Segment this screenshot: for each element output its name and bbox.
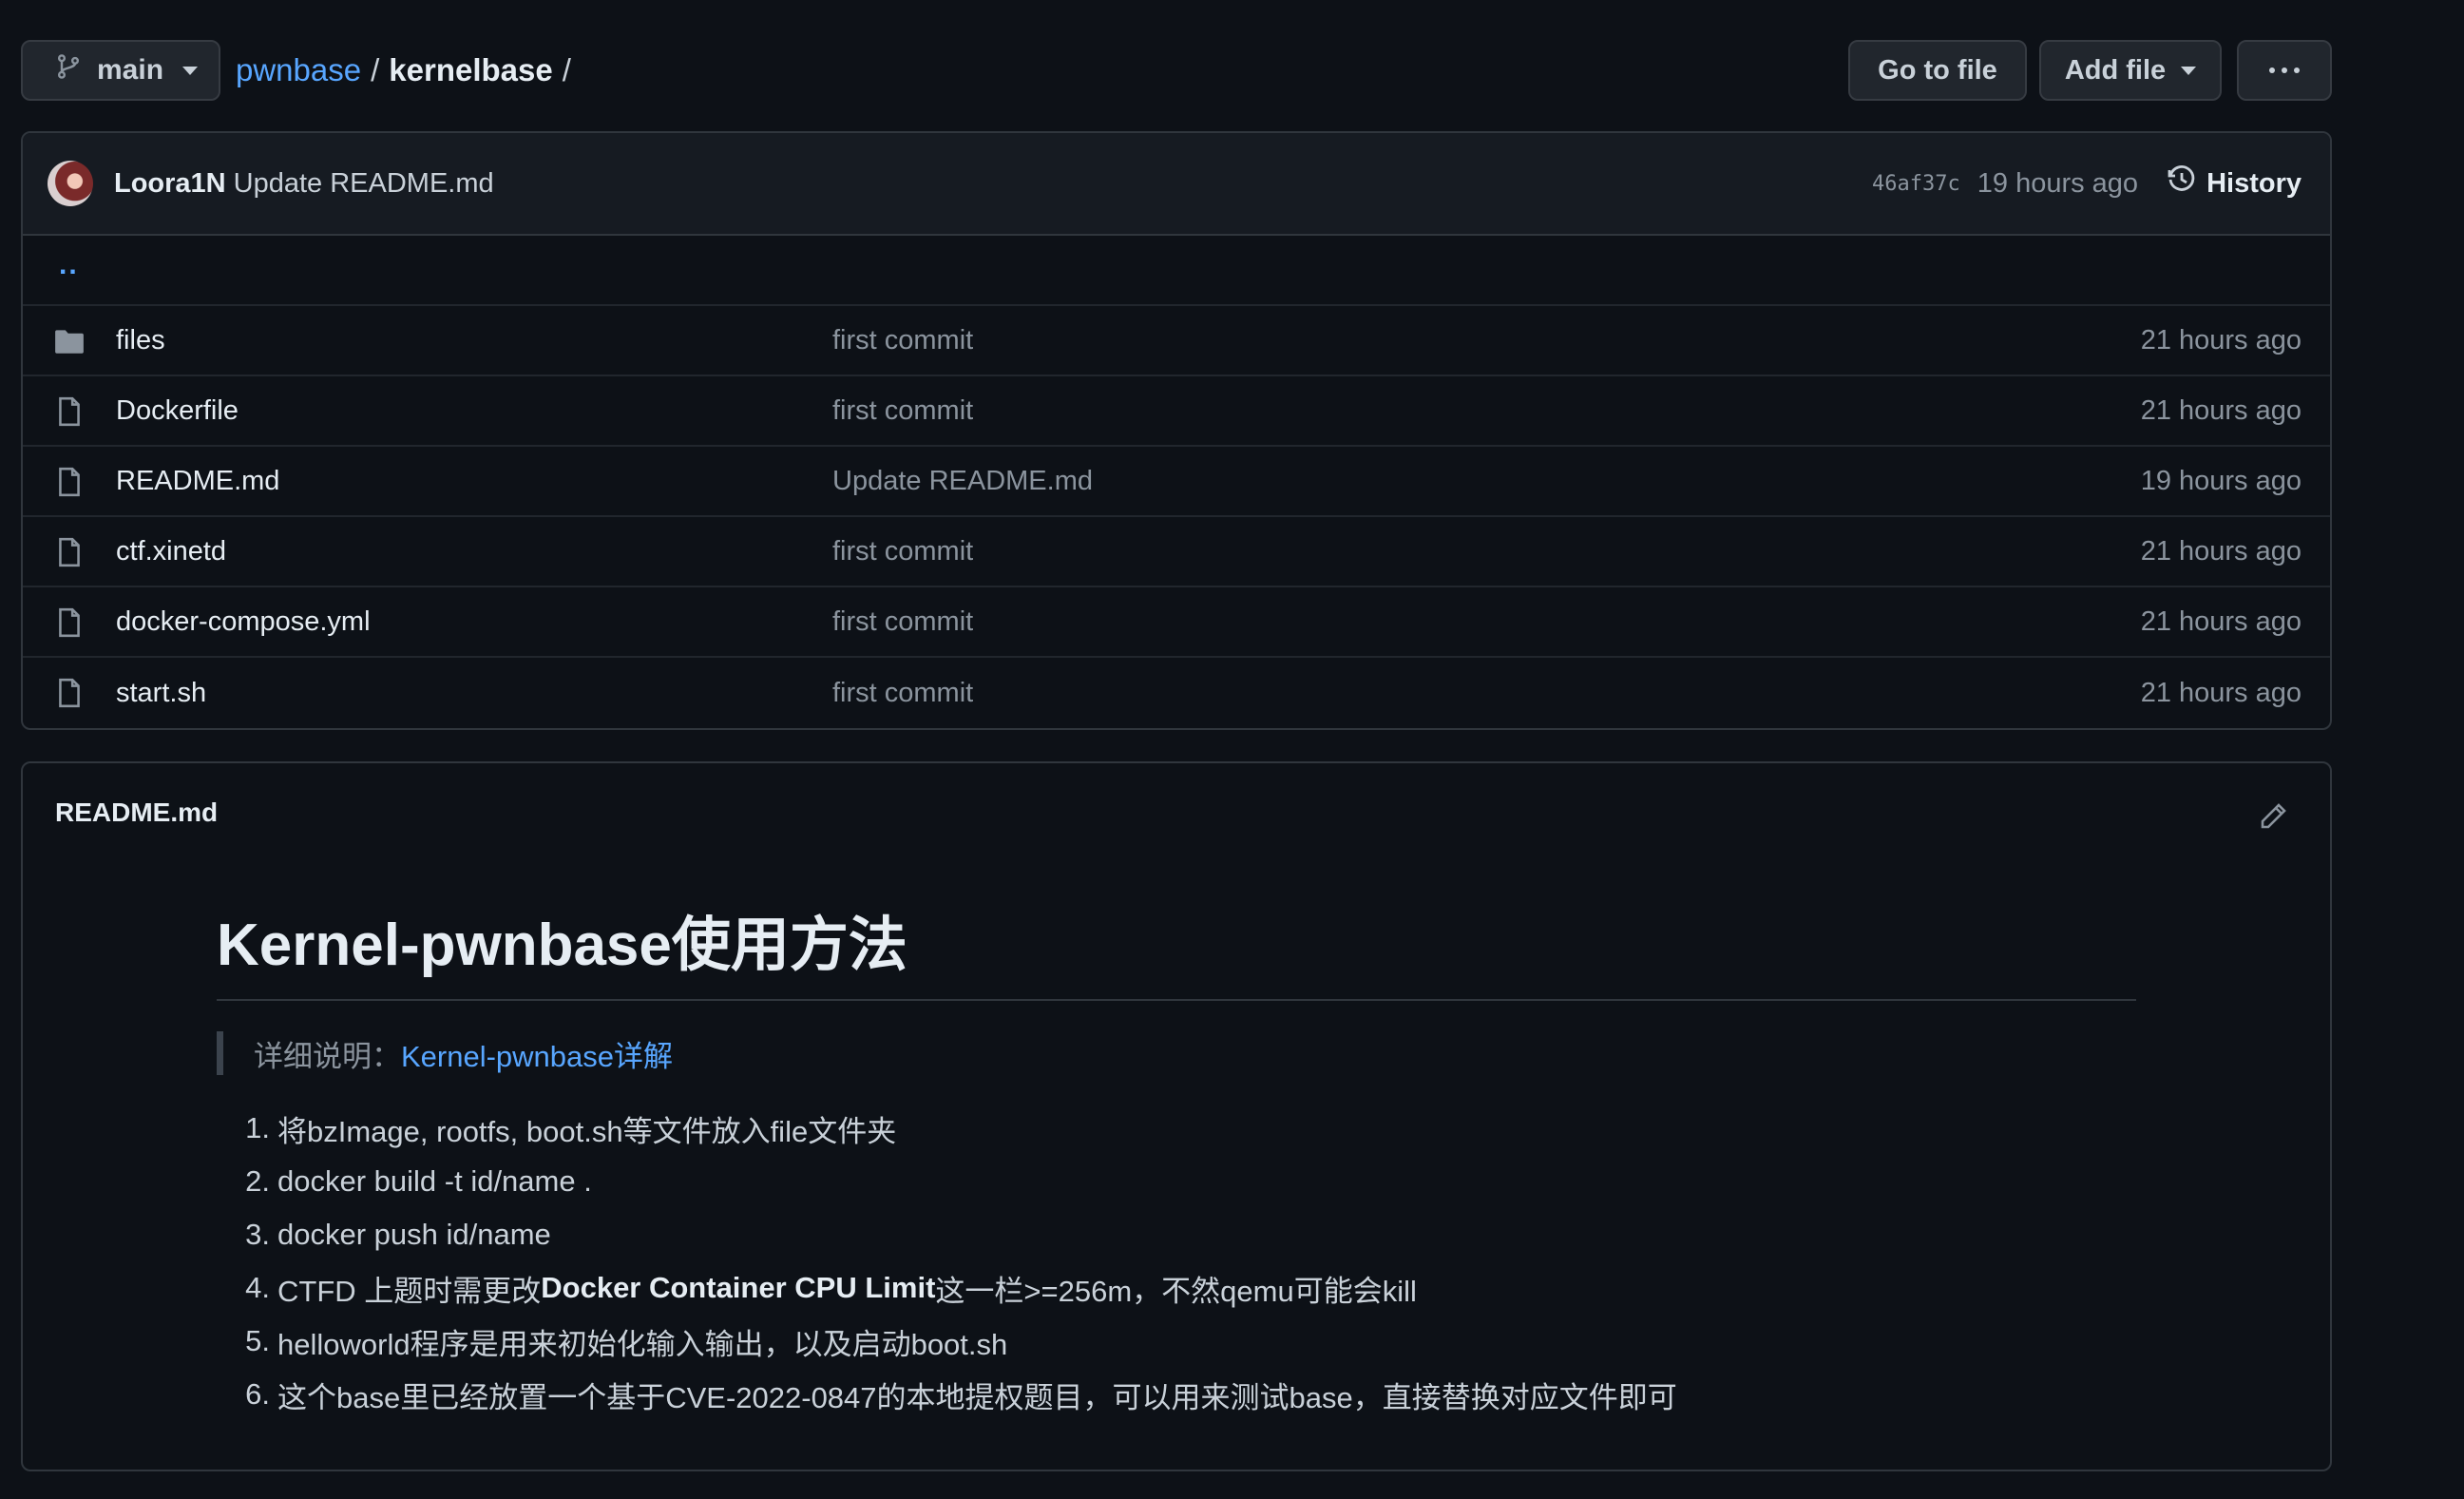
- list-text-post: 这一栏>=256m，不然qemu可能会kill: [935, 1274, 1417, 1308]
- parent-directory-row[interactable]: ..: [23, 236, 2330, 306]
- file-commit-message[interactable]: first commit: [832, 606, 973, 638]
- file-commit-message[interactable]: first commit: [832, 325, 973, 356]
- folder-icon: [53, 325, 86, 357]
- file-name-link[interactable]: Dockerfile: [116, 395, 239, 427]
- list-number: 6.: [245, 1377, 270, 1411]
- file-row[interactable]: ctf.xinetd first commit 21 hours ago: [23, 517, 2330, 587]
- list-item: 3. docker push id/name: [217, 1208, 2136, 1261]
- breadcrumb: pwnbase / kernelbase /: [236, 40, 571, 101]
- breadcrumb-repo-link[interactable]: pwnbase: [236, 52, 361, 88]
- list-item: 1. 将bzImage, rootfs, boot.sh等文件放入file文件夹: [217, 1102, 2136, 1155]
- readme-panel: README.md Kernel-pwnbase使用方法 详细说明： Kerne…: [21, 761, 2332, 1471]
- file-commit-time: 21 hours ago: [2140, 324, 2302, 356]
- latest-commit-bar: Loora1N Update README.md 46af37c 19 hour…: [23, 133, 2330, 236]
- file-name-link[interactable]: docker-compose.yml: [116, 606, 371, 638]
- file-icon: [53, 677, 86, 709]
- list-text-pre: CTFD 上题时需更改: [277, 1274, 542, 1308]
- breadcrumb-separator: /: [371, 52, 380, 87]
- file-name-link[interactable]: README.md: [116, 466, 279, 497]
- file-name-link[interactable]: start.sh: [116, 678, 206, 709]
- commit-meta: 46af37c 19 hours ago History: [1872, 133, 2302, 234]
- add-file-button[interactable]: Add file: [2039, 40, 2222, 101]
- file-commit-time: 21 hours ago: [2140, 394, 2302, 426]
- list-text: 将bzImage, rootfs, boot.sh等文件放入file文件夹: [277, 1114, 897, 1148]
- file-row[interactable]: files first commit 21 hours ago: [23, 306, 2330, 376]
- add-file-label: Add file: [2064, 54, 2167, 86]
- history-label: History: [2206, 167, 2302, 199]
- chevron-down-icon: [2181, 66, 2197, 75]
- list-number: 4.: [245, 1271, 270, 1304]
- readme-filename[interactable]: README.md: [55, 798, 218, 828]
- list-number: 2.: [245, 1164, 270, 1198]
- list-item: 2. docker build -t id/name .: [217, 1155, 2136, 1208]
- detail-link[interactable]: Kernel-pwnbase详解: [401, 1032, 673, 1075]
- go-to-file-button[interactable]: Go to file: [1848, 40, 2027, 101]
- avatar[interactable]: [48, 161, 93, 206]
- list-number: 1.: [245, 1111, 270, 1144]
- kebab-horizontal-icon: [2269, 67, 2300, 73]
- quote-prefix: 详细说明：: [254, 1039, 401, 1073]
- file-row[interactable]: Dockerfile first commit 21 hours ago: [23, 376, 2330, 447]
- list-item: 5. helloworld程序是用来初始化输入输出，以及启动boot.sh: [217, 1315, 2136, 1368]
- go-to-file-label: Go to file: [1878, 54, 1997, 86]
- file-icon: [53, 536, 86, 568]
- commit-message-link[interactable]: Update README.md: [234, 168, 494, 200]
- git-branch-icon: [55, 53, 82, 87]
- repo-toolbar: main pwnbase / kernelbase / Go to file A…: [21, 40, 2332, 101]
- commit-time: 19 hours ago: [1977, 167, 2139, 199]
- list-number: 3.: [245, 1218, 270, 1251]
- readme-heading: Kernel-pwnbase使用方法: [217, 896, 2136, 1001]
- file-icon: [53, 466, 86, 498]
- breadcrumb-current-folder: kernelbase: [389, 52, 553, 87]
- branch-selector-button[interactable]: main: [21, 40, 220, 101]
- list-number: 5.: [245, 1324, 270, 1357]
- file-row[interactable]: start.sh first commit 21 hours ago: [23, 658, 2330, 728]
- history-link[interactable]: History: [2167, 164, 2302, 202]
- file-commit-message[interactable]: Update README.md: [832, 466, 1093, 497]
- file-icon: [53, 606, 86, 639]
- list-text: docker build -t id/name .: [277, 1164, 592, 1198]
- breadcrumb-separator: /: [562, 52, 571, 87]
- list-text: helloworld程序是用来初始化输入输出，以及启动boot.sh: [277, 1327, 1008, 1361]
- readme-blockquote: 详细说明： Kernel-pwnbase详解: [217, 1031, 2136, 1075]
- more-options-button[interactable]: [2237, 40, 2332, 101]
- history-clock-icon: [2167, 164, 2197, 202]
- branch-name: main: [97, 54, 164, 86]
- chevron-down-icon: [182, 66, 199, 75]
- readme-steps-list: 1. 将bzImage, rootfs, boot.sh等文件放入file文件夹…: [217, 1102, 2136, 1421]
- file-row[interactable]: README.md Update README.md 19 hours ago: [23, 447, 2330, 517]
- list-item: 6. 这个base里已经放置一个基于CVE-2022-0847的本地提权题目，可…: [217, 1368, 2136, 1421]
- list-text: docker push id/name: [277, 1218, 551, 1251]
- repo-page: main pwnbase / kernelbase / Go to file A…: [0, 0, 2464, 1499]
- list-text: 这个base里已经放置一个基于CVE-2022-0847的本地提权题目，可以用来…: [277, 1380, 1677, 1414]
- file-icon: [53, 395, 86, 428]
- file-name-link[interactable]: ctf.xinetd: [116, 536, 226, 567]
- list-text-bold: Docker Container CPU Limit: [541, 1271, 936, 1304]
- file-name-link[interactable]: files: [116, 325, 165, 356]
- file-commit-time: 21 hours ago: [2140, 535, 2302, 567]
- list-item: 4. CTFD 上题时需更改 Docker Container CPU Limit…: [217, 1261, 2136, 1315]
- file-commit-message[interactable]: first commit: [832, 536, 973, 567]
- file-row[interactable]: docker-compose.yml first commit 21 hours…: [23, 587, 2330, 658]
- file-commit-time: 21 hours ago: [2140, 677, 2302, 708]
- commit-sha-link[interactable]: 46af37c: [1872, 172, 1960, 196]
- parent-directory-link[interactable]: ..: [59, 249, 79, 281]
- file-commit-message[interactable]: first commit: [832, 678, 973, 709]
- readme-content: Kernel-pwnbase使用方法 详细说明： Kernel-pwnbase详…: [217, 896, 2136, 1421]
- file-commit-time: 19 hours ago: [2140, 465, 2302, 496]
- file-commit-time: 21 hours ago: [2140, 605, 2302, 637]
- commit-author-link[interactable]: Loora1N: [114, 168, 226, 200]
- file-list: Loora1N Update README.md 46af37c 19 hour…: [21, 131, 2332, 730]
- file-commit-message[interactable]: first commit: [832, 395, 973, 427]
- pencil-icon[interactable]: [2258, 801, 2288, 832]
